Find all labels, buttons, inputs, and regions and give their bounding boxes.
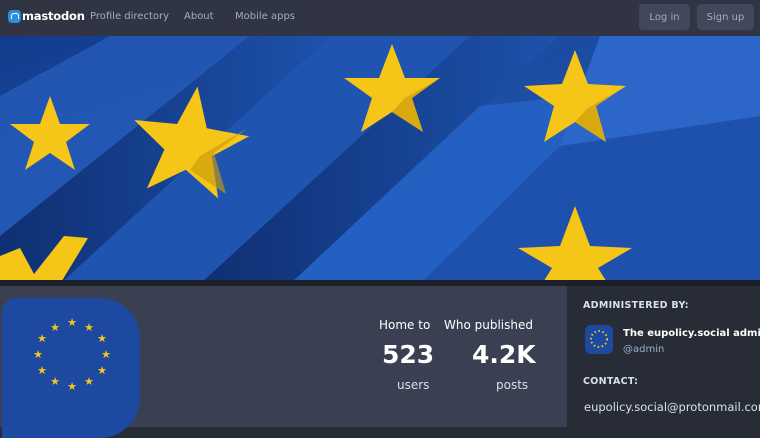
home-to-label: Home to [379, 318, 431, 332]
svg-text:★: ★ [101, 348, 111, 361]
svg-text:★: ★ [97, 332, 107, 345]
users-count: 523 [382, 340, 435, 369]
eu-stars-circle-icon: ★ ★ ★ ★ ★ ★ ★ ★ ★ ★ ★ ★ [33, 316, 111, 393]
who-published-label: Who published [444, 318, 533, 332]
eu-flag-artwork [0, 36, 760, 284]
svg-text:★: ★ [37, 332, 47, 345]
mastodon-logo[interactable]: mastodon [8, 9, 85, 23]
svg-text:★: ★ [50, 321, 60, 334]
nav-mobile-apps[interactable]: Mobile apps [235, 11, 295, 22]
svg-text:★: ★ [67, 380, 77, 393]
server-avatar: ★ ★ ★ ★ ★ ★ ★ ★ ★ ★ ★ ★ [2, 298, 140, 438]
svg-text:★: ★ [84, 321, 94, 334]
svg-text:★: ★ [37, 364, 47, 377]
nav-about[interactable]: About [184, 11, 214, 22]
administered-by-heading: ADMINISTERED BY: [583, 300, 689, 311]
signup-button[interactable]: Sign up [697, 4, 754, 30]
nav-profile-directory[interactable]: Profile directory [90, 11, 169, 22]
admin-avatar-icon [590, 330, 608, 348]
contact-email-link[interactable]: eupolicy.social@protonmail.com [584, 400, 760, 414]
logo-text: mastodon [22, 9, 85, 23]
posts-count: 4.2K [472, 340, 536, 369]
mastodon-logo-icon [8, 9, 21, 23]
top-navigation-bar: mastodon Profile directory About Mobile … [0, 0, 760, 36]
hero-banner-eu-flag [0, 36, 760, 284]
posts-label: posts [496, 378, 529, 392]
admin-avatar[interactable] [585, 325, 613, 354]
login-button[interactable]: Log in [639, 4, 690, 30]
admin-display-name[interactable]: The eupolicy.social admin [623, 328, 760, 339]
svg-text:★: ★ [67, 316, 77, 329]
svg-text:★: ★ [84, 375, 94, 388]
svg-text:★: ★ [33, 348, 43, 361]
svg-text:★: ★ [50, 375, 60, 388]
admin-handle[interactable]: @admin [623, 344, 664, 355]
svg-text:★: ★ [97, 364, 107, 377]
users-label: users [397, 378, 430, 392]
contact-heading: CONTACT: [583, 376, 639, 387]
